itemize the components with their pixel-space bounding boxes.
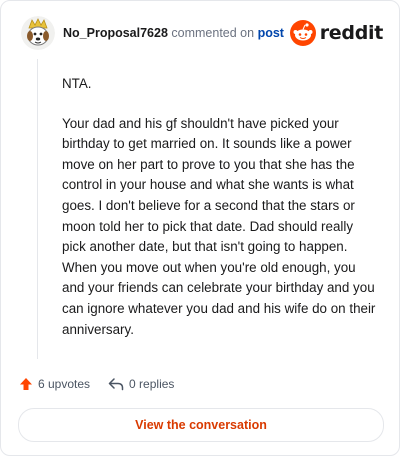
post-link[interactable]: post <box>258 26 284 40</box>
upvote-count: 6 upvotes <box>38 377 91 391</box>
upvote-button[interactable]: 6 upvotes <box>19 377 90 391</box>
username[interactable]: No_Proposal7628 <box>63 26 168 40</box>
reddit-snoo-icon <box>289 20 316 46</box>
comment-paragraph: NTA. <box>62 76 92 91</box>
comment-paragraph: Your dad and his gf shouldn't have picke… <box>62 115 376 337</box>
reply-arrow-icon <box>108 378 124 391</box>
reply-count: 0 replies <box>129 377 175 391</box>
action-text: commented on <box>171 26 255 40</box>
upvote-arrow-icon <box>20 378 32 390</box>
view-conversation-label: View the conversation <box>135 418 267 432</box>
user-avatar[interactable] <box>21 16 55 50</box>
comment-embed-card: No_Proposal7628 commented on post reddit… <box>0 0 400 456</box>
thread-line <box>37 59 38 359</box>
comment-meta: No_Proposal7628 commented on post <box>63 26 284 40</box>
view-conversation-button[interactable]: View the conversation <box>18 408 384 442</box>
reddit-wordmark: reddit <box>319 22 384 44</box>
reply-button[interactable]: 0 replies <box>108 377 174 391</box>
reddit-logo[interactable]: reddit <box>289 19 384 47</box>
comment-actions: 6 upvotes 0 replies <box>19 375 174 393</box>
comment-body: NTA. Your dad and his gf shouldn't have … <box>62 74 377 359</box>
comment-header: No_Proposal7628 commented on post reddit <box>21 15 383 51</box>
